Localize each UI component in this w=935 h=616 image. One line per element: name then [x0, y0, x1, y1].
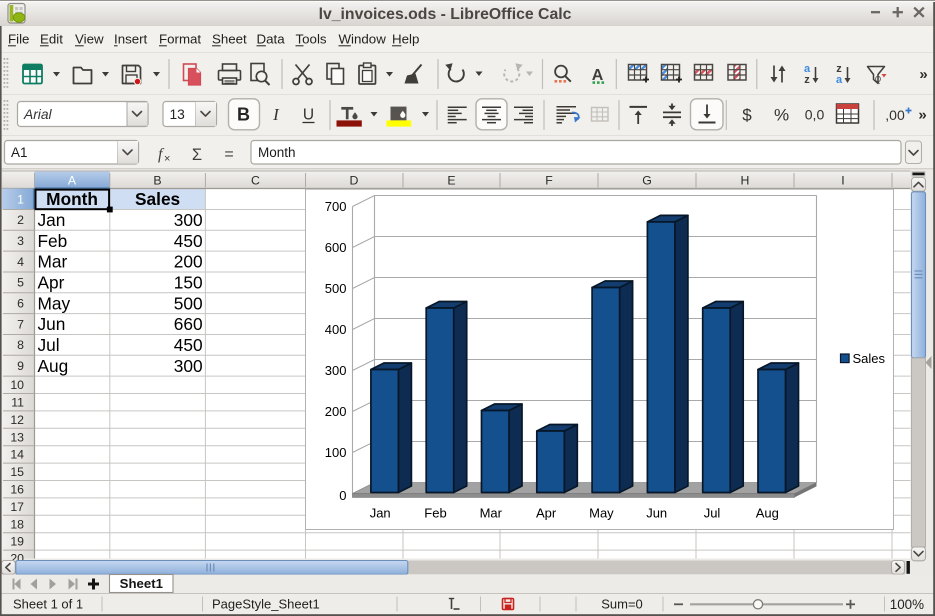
svg-text:Jan: Jan [370, 506, 391, 521]
svg-text:4: 4 [17, 255, 24, 269]
svg-text:G: G [642, 173, 652, 187]
svg-text:660: 660 [174, 314, 203, 334]
svg-text:A1: A1 [11, 145, 28, 160]
svg-text:300: 300 [325, 363, 347, 378]
svg-text:Format: Format [159, 32, 201, 47]
svg-text:0,0: 0,0 [805, 107, 825, 123]
svg-text:Sheet1: Sheet1 [120, 576, 163, 591]
svg-text:Jul: Jul [38, 335, 60, 355]
svg-text:Σ: Σ [192, 146, 202, 164]
svg-text:May: May [589, 506, 614, 521]
svg-text:Jun: Jun [38, 314, 66, 334]
svg-text:Month: Month [258, 145, 296, 160]
svg-text:19: 19 [10, 535, 24, 549]
svg-text:lv_invoices.ods - LibreOffice: lv_invoices.ods - LibreOffice Calc [319, 6, 572, 23]
svg-text:,00: ,00 [885, 107, 905, 123]
svg-text:=: = [224, 146, 233, 163]
svg-text:15: 15 [10, 465, 24, 479]
svg-text:May: May [38, 293, 71, 313]
svg-text:Jan: Jan [38, 210, 66, 230]
svg-text:U: U [303, 107, 314, 124]
svg-text:450: 450 [174, 231, 203, 251]
svg-text:Sheet: Sheet [212, 32, 247, 47]
svg-text:Jun: Jun [646, 506, 667, 521]
svg-text:Tools: Tools [296, 32, 327, 47]
svg-text:F: F [545, 173, 553, 187]
svg-text:Data: Data [257, 32, 286, 47]
svg-text:1: 1 [17, 192, 24, 206]
svg-text:13: 13 [10, 430, 24, 444]
svg-text:a: a [836, 74, 843, 86]
svg-text:Apr: Apr [38, 272, 65, 292]
svg-text:Edit: Edit [40, 32, 63, 47]
svg-text:5: 5 [17, 276, 24, 290]
svg-text:×: × [164, 153, 170, 165]
svg-text:Window: Window [339, 32, 387, 47]
svg-text:9: 9 [17, 359, 24, 373]
svg-text:500: 500 [325, 281, 347, 296]
svg-text:Jul: Jul [704, 506, 721, 521]
svg-text:Insert: Insert [114, 32, 148, 47]
svg-text:Arial: Arial [23, 107, 53, 122]
svg-text:200: 200 [174, 252, 203, 272]
svg-text:500: 500 [174, 293, 203, 313]
svg-text:B: B [153, 173, 161, 187]
svg-text:View: View [75, 32, 104, 47]
svg-text:Mar: Mar [480, 506, 503, 521]
svg-text:11: 11 [11, 396, 24, 410]
svg-text:300: 300 [174, 356, 203, 376]
svg-text:7: 7 [17, 317, 24, 331]
svg-text:700: 700 [325, 199, 347, 214]
svg-text:I: I [841, 173, 844, 187]
svg-text:0: 0 [339, 488, 346, 503]
svg-text:%: % [774, 106, 789, 125]
svg-text:600: 600 [325, 240, 347, 255]
svg-text:Sum=0: Sum=0 [601, 597, 643, 612]
svg-text:10: 10 [10, 378, 24, 392]
svg-text:Feb: Feb [38, 231, 68, 251]
svg-text:Aug: Aug [756, 506, 779, 521]
svg-text:150: 150 [174, 272, 203, 292]
svg-text:16: 16 [10, 483, 24, 497]
svg-text:Q: Q [875, 75, 881, 84]
svg-text:Sales: Sales [135, 189, 180, 209]
svg-text:»: » [919, 66, 927, 83]
svg-text:200: 200 [325, 404, 347, 419]
svg-text:H: H [741, 173, 750, 187]
svg-text:6: 6 [17, 296, 24, 310]
svg-text:300: 300 [174, 210, 203, 230]
svg-text:3: 3 [17, 234, 24, 248]
svg-text:Feb: Feb [424, 506, 446, 521]
svg-text:13: 13 [170, 107, 186, 122]
svg-text:Apr: Apr [536, 506, 557, 521]
svg-text:PageStyle_Sheet1: PageStyle_Sheet1 [212, 597, 320, 612]
svg-text:100%: 100% [890, 597, 924, 612]
svg-text:A: A [68, 173, 77, 187]
svg-text:D: D [350, 173, 359, 187]
svg-text:18: 18 [10, 517, 24, 531]
svg-text:2: 2 [17, 213, 24, 227]
svg-text:Help: Help [392, 32, 419, 47]
svg-text:12: 12 [10, 413, 24, 427]
svg-text:Month: Month [46, 189, 98, 209]
svg-text:14: 14 [10, 448, 24, 462]
svg-text:100: 100 [325, 445, 347, 460]
svg-text:Aug: Aug [38, 356, 69, 376]
svg-text:Mar: Mar [38, 252, 68, 272]
svg-text:C: C [251, 173, 260, 187]
svg-text:8: 8 [17, 338, 24, 352]
svg-text:17: 17 [10, 500, 24, 514]
svg-text:E: E [447, 173, 455, 187]
svg-text:B: B [237, 105, 250, 125]
svg-text:Sales: Sales [853, 351, 886, 366]
svg-text:450: 450 [174, 335, 203, 355]
svg-text:Sheet 1 of 1: Sheet 1 of 1 [13, 597, 83, 612]
svg-text:$: $ [742, 106, 752, 125]
svg-text:z: z [804, 74, 810, 86]
svg-text:400: 400 [325, 322, 347, 337]
svg-text:»: » [918, 107, 926, 124]
svg-text:File: File [8, 32, 29, 47]
